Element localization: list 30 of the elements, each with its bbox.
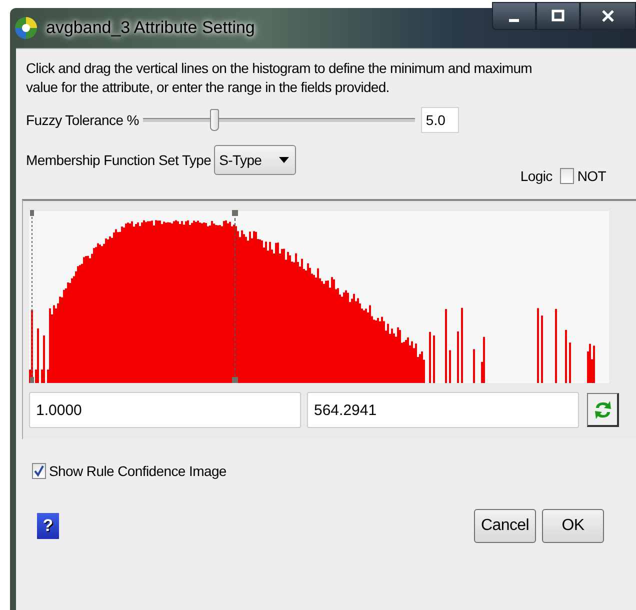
instruction-text: Click and drag the vertical lines on the histogram to define the minimum and maximum value for the attribute, or enter the range in the fields provided. (26, 59, 533, 97)
min-range-handle[interactable] (30, 210, 34, 383)
checkbox[interactable] (32, 463, 46, 479)
membership-label: Membership Function Set Type (26, 151, 212, 170)
not-label: NOT (577, 168, 606, 184)
show-confidence-label: Show Rule Confidence Image (49, 463, 226, 479)
help-button[interactable]: ? (37, 513, 59, 539)
close-button[interactable] (580, 2, 636, 30)
maximize-button[interactable] (536, 2, 580, 30)
logic-label: Logic (520, 167, 552, 186)
show-confidence-checkbox[interactable]: Show Rule Confidence Image (32, 463, 636, 479)
minimize-icon (509, 18, 519, 22)
cancel-button[interactable]: Cancel (474, 509, 536, 543)
close-icon (600, 9, 616, 23)
slider-thumb[interactable] (210, 109, 219, 131)
minimize-button[interactable] (492, 2, 536, 30)
max-range-handle[interactable] (232, 210, 238, 383)
not-checkbox[interactable]: NOT (560, 168, 606, 184)
app-icon (14, 16, 38, 40)
checkbox[interactable] (560, 168, 574, 184)
max-value-field[interactable]: 564.2941 (307, 392, 579, 428)
tolerance-field[interactable]: 5.0 (420, 107, 459, 133)
fuzzy-tolerance-label: Fuzzy Tolerance % (26, 112, 139, 128)
min-value-field[interactable]: 1.0000 (29, 392, 301, 428)
refresh-button[interactable] (587, 393, 619, 427)
caret-icon (279, 157, 290, 163)
window-title: avgband_3 Attribute Setting (46, 18, 255, 38)
membership-dropdown[interactable]: S-Type (214, 145, 296, 175)
maximize-icon (551, 9, 565, 23)
ok-button[interactable]: OK (542, 509, 604, 543)
